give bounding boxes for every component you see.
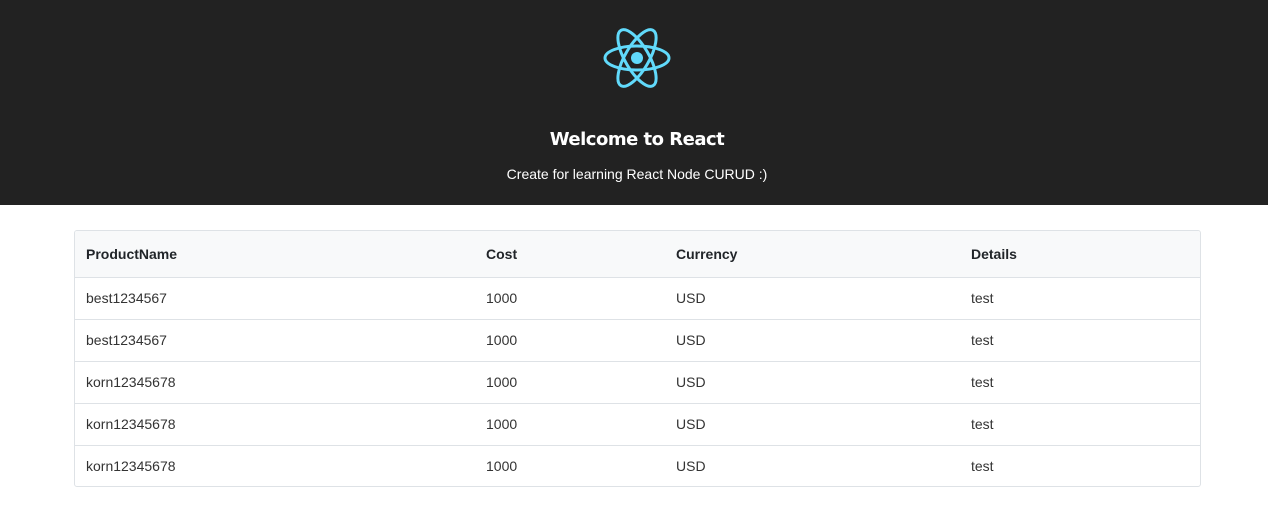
products-table: ProductName Cost Currency Details best12…	[75, 231, 1200, 486]
cell-details: test	[960, 318, 1200, 361]
cell-cost: 1000	[475, 318, 665, 361]
page-subtitle: Create for learning React Node CURUD :)	[506, 166, 768, 182]
cell-cost: 1000	[475, 444, 665, 486]
table-row: korn12345678 1000 USD test	[75, 360, 1200, 403]
table-row: korn12345678 1000 USD test	[75, 444, 1200, 486]
column-header-productname: ProductName	[75, 231, 475, 278]
cell-productname: korn12345678	[75, 360, 475, 403]
cell-productname: korn12345678	[75, 402, 475, 445]
column-header-currency: Currency	[665, 231, 960, 278]
cell-cost: 1000	[475, 402, 665, 445]
cell-currency: USD	[676, 290, 706, 306]
cell-productname: korn12345678	[75, 444, 475, 486]
column-header-details: Details	[960, 231, 1200, 278]
table-header-row: ProductName Cost Currency Details	[75, 231, 1200, 278]
table-header: ProductName Cost Currency Details	[75, 231, 1200, 278]
cell-cost: 1000	[486, 290, 518, 306]
table-body: best1234567 1000 USD test best1234567 10…	[75, 277, 1200, 486]
cell-productname: best1234567	[86, 290, 167, 306]
table-row: korn12345678 1000 USD test	[75, 402, 1200, 445]
cell-cost: 1000	[475, 360, 665, 403]
cell-currency: USD	[665, 360, 960, 403]
cell-currency: USD	[665, 318, 960, 361]
table-row: best1234567 1000 USD test	[75, 318, 1200, 361]
cell-productname: best1234567	[75, 318, 475, 361]
column-header-cost: Cost	[475, 231, 665, 278]
cell-currency: USD	[665, 402, 960, 445]
cell-details: test	[960, 444, 1200, 486]
cell-details: test	[971, 290, 994, 306]
cell-details: test	[960, 402, 1200, 445]
table-row: best1234567 1000 USD test	[75, 277, 1200, 319]
products-table-container: ProductName Cost Currency Details best12…	[74, 230, 1201, 487]
react-logo-icon	[603, 28, 671, 88]
cell-details: test	[960, 360, 1200, 403]
page-title: Welcome to React	[549, 129, 725, 150]
app-header: Welcome to React Create for learning Rea…	[0, 0, 1268, 205]
cell-currency: USD	[665, 444, 960, 486]
